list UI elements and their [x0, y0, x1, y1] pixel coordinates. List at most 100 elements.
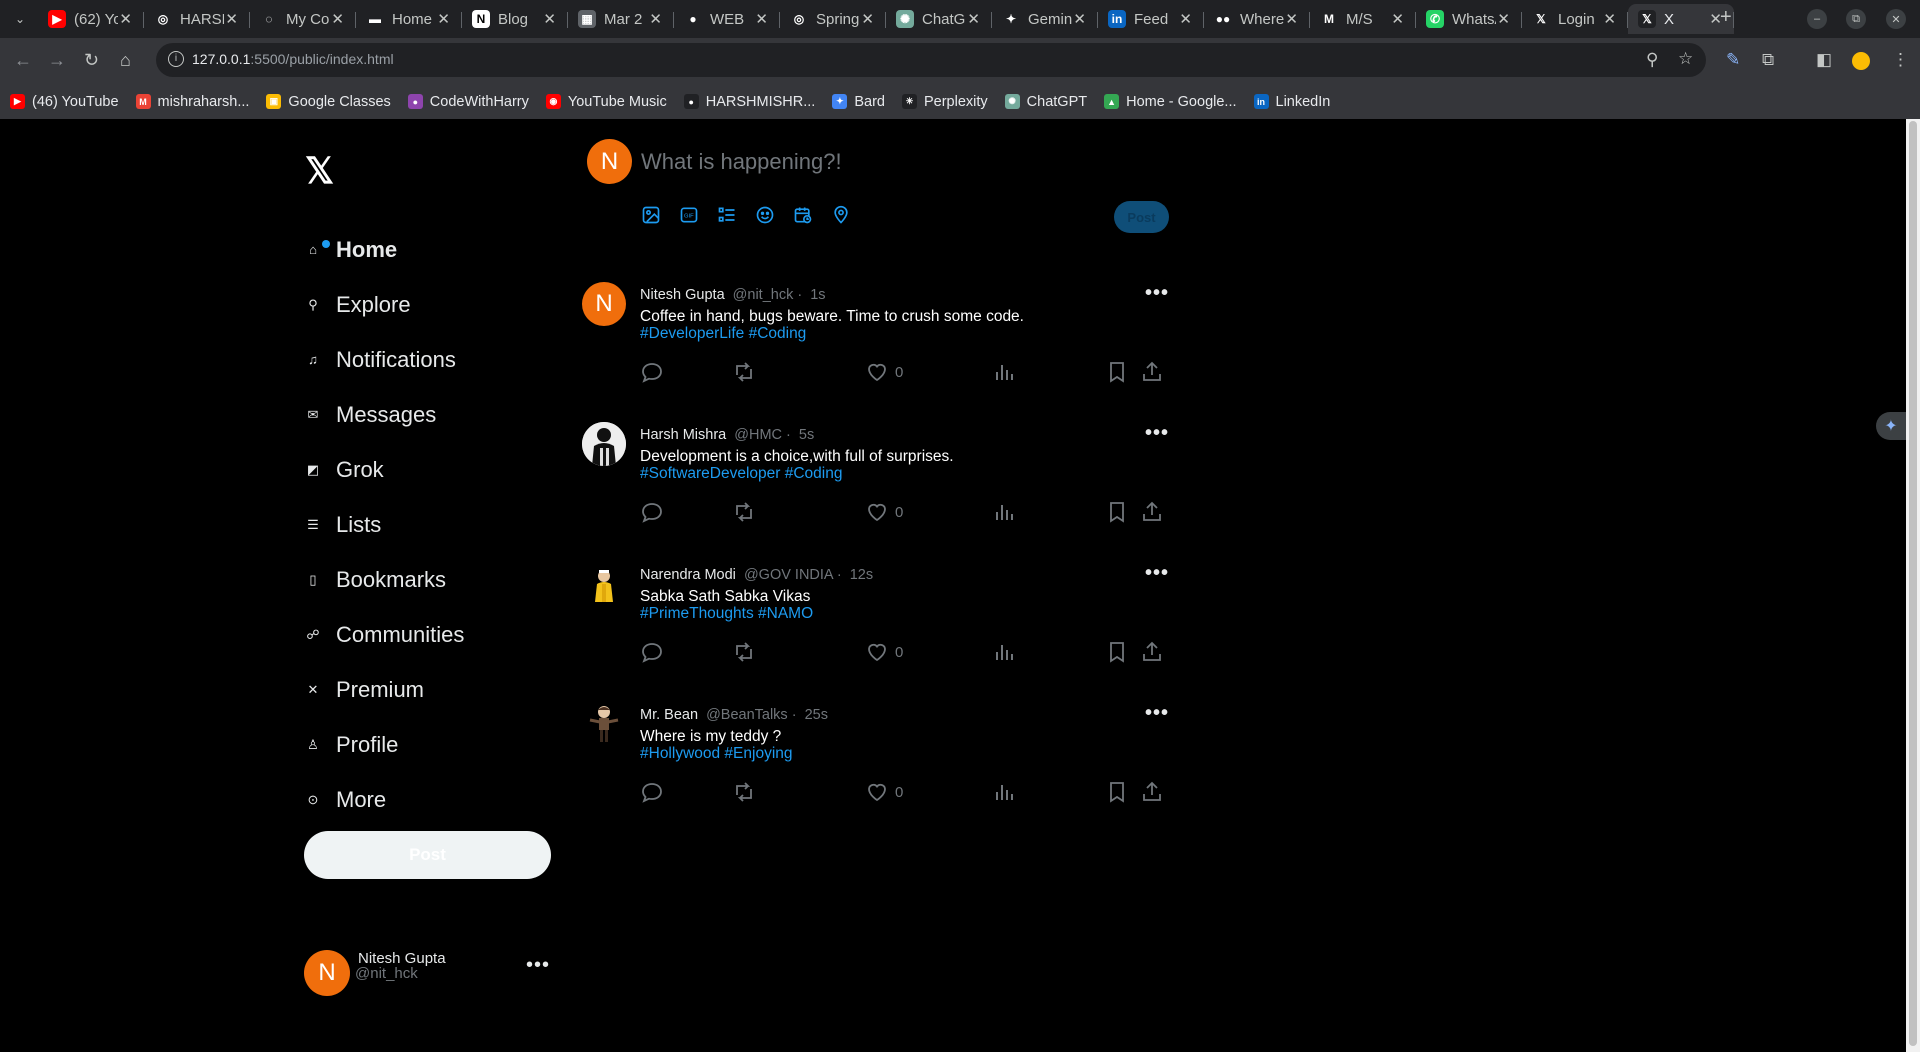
media-icon[interactable]	[641, 205, 661, 225]
extension-pen-icon[interactable]: ✎	[1726, 50, 1740, 70]
tweet-more-icon[interactable]: •••	[1145, 562, 1169, 585]
sidebar-item-profile[interactable]: ♙ Profile	[306, 717, 464, 772]
sidebar-item-messages[interactable]: ✉ Messages	[306, 387, 464, 442]
bookmark-item[interactable]: ✺ ChatGPT	[1004, 94, 1087, 110]
tweet-hashtags[interactable]: #SoftwareDeveloper #Coding	[640, 465, 842, 482]
new-tab-button[interactable]: +	[1720, 6, 1732, 29]
tweet-author-name[interactable]: Nitesh Gupta	[640, 287, 725, 303]
sidebar-item-premium[interactable]: ✕ Premium	[306, 662, 464, 717]
reply-icon[interactable]	[640, 360, 664, 384]
bookmark-item[interactable]: ● CodeWithHarry	[407, 94, 529, 110]
browser-tab[interactable]: 𝕏 X ✕	[1628, 4, 1734, 34]
browser-tab[interactable]: 𝕏 Login ✕	[1522, 4, 1628, 34]
tweet-more-icon[interactable]: •••	[1145, 422, 1169, 445]
sidebar-item-communities[interactable]: ☍ Communities	[306, 607, 464, 662]
bookmark-item[interactable]: ▣ Google Classes	[266, 94, 391, 110]
scrollbar-thumb[interactable]	[1909, 121, 1917, 1046]
back-arrow-icon[interactable]: ←	[14, 50, 32, 71]
address-bar[interactable]: i 127.0.0.1:5500/public/index.html ⚲ ☆	[156, 43, 1706, 77]
gemini-sparkle-icon[interactable]: ✦	[1876, 412, 1906, 440]
gif-icon[interactable]: GIF	[679, 205, 699, 225]
tweet-handle[interactable]: @GOV INDIA ·	[744, 567, 842, 583]
account-more-icon[interactable]: •••	[526, 954, 550, 977]
bookmark-item[interactable]: ✦ Bard	[832, 94, 885, 110]
close-tab-icon[interactable]: ✕	[861, 10, 874, 28]
tweet-more-icon[interactable]: •••	[1145, 282, 1169, 305]
like-button[interactable]: 0	[865, 360, 903, 384]
share-icon[interactable]	[1140, 780, 1164, 804]
tweet-card[interactable]: Harsh Mishra @HMC · 5s ••• Development i…	[580, 410, 1175, 550]
tweet-more-icon[interactable]: •••	[1145, 702, 1169, 725]
tweet-handle[interactable]: @BeanTalks ·	[706, 707, 796, 723]
url-text[interactable]: 127.0.0.1:5500/public/index.html	[192, 51, 394, 67]
views-icon[interactable]	[992, 640, 1016, 664]
bookmark-item[interactable]: ◉ YouTube Music	[545, 94, 667, 110]
browser-tab[interactable]: ◎ Spring ✕	[780, 4, 886, 34]
sidebar-item-bookmarks[interactable]: ▯ Bookmarks	[306, 552, 464, 607]
share-icon[interactable]	[1140, 360, 1164, 384]
retweet-icon[interactable]	[732, 640, 756, 664]
star-bookmark-icon[interactable]: ☆	[1678, 49, 1693, 69]
extensions-icon[interactable]: ⧉	[1762, 50, 1774, 70]
page-scrollbar[interactable]	[1906, 119, 1920, 1052]
tweet-handle[interactable]: @nit_hck ·	[733, 287, 803, 303]
bookmark-icon[interactable]	[1105, 500, 1129, 524]
browser-tab[interactable]: ✦ Gemini ✕	[992, 4, 1098, 34]
site-info-icon[interactable]: i	[168, 51, 184, 67]
close-tab-icon[interactable]: ✕	[1497, 10, 1510, 28]
home-browser-icon[interactable]: ⌂	[120, 50, 131, 71]
close-tab-icon[interactable]: ✕	[967, 10, 980, 28]
composer-post-button[interactable]: Post	[1114, 201, 1169, 233]
bookmark-icon[interactable]	[1105, 780, 1129, 804]
browser-tab[interactable]: ● WEB ✕	[674, 4, 780, 34]
like-button[interactable]: 0	[865, 640, 903, 664]
retweet-icon[interactable]	[732, 780, 756, 804]
bookmark-item[interactable]: ▲ Home - Google...	[1104, 94, 1237, 110]
reload-icon[interactable]: ↻	[84, 50, 99, 71]
browser-tab[interactable]: ◎ HARSH✕	[144, 4, 250, 34]
close-tab-icon[interactable]: ✕	[1391, 10, 1404, 28]
like-button[interactable]: 0	[865, 780, 903, 804]
tweet-hashtags[interactable]: #DeveloperLife #Coding	[640, 325, 806, 342]
bookmark-icon[interactable]	[1105, 360, 1129, 384]
close-tab-icon[interactable]: ✕	[1285, 10, 1298, 28]
tweet-card[interactable]: Narendra Modi @GOV INDIA · 12s ••• Sabka…	[580, 550, 1175, 690]
close-tab-icon[interactable]: ✕	[755, 10, 768, 28]
bookmark-item[interactable]: ✳ Perplexity	[901, 94, 988, 110]
views-icon[interactable]	[992, 780, 1016, 804]
x-logo-icon[interactable]: 𝕏	[305, 150, 334, 192]
profile-avatar-icon[interactable]	[1852, 52, 1870, 70]
reply-icon[interactable]	[640, 640, 664, 664]
tweet-card[interactable]: N Nitesh Gupta @nit_hck · 1s ••• Coffee …	[580, 270, 1175, 410]
browser-tab[interactable]: N Blog ✕	[462, 4, 568, 34]
reply-icon[interactable]	[640, 500, 664, 524]
views-icon[interactable]	[992, 500, 1016, 524]
emoji-icon[interactable]	[755, 205, 775, 225]
views-icon[interactable]	[992, 360, 1016, 384]
browser-tab[interactable]: in Feed ✕	[1098, 4, 1204, 34]
browser-tab[interactable]: ◌ My Copilot✕	[250, 4, 356, 34]
retweet-icon[interactable]	[732, 360, 756, 384]
forward-arrow-icon[interactable]: →	[48, 50, 66, 71]
close-tab-icon[interactable]: ✕	[331, 10, 344, 28]
sidebar-item-explore[interactable]: ⚲ Explore	[306, 277, 464, 332]
tweet-card[interactable]: Mr. Bean @BeanTalks · 25s ••• Where is m…	[580, 690, 1175, 830]
browser-tab[interactable]: ▶ (62) YouTube✕	[38, 4, 144, 34]
retweet-icon[interactable]	[732, 500, 756, 524]
browser-tab[interactable]: ✆ WhatsApp✕	[1416, 4, 1522, 34]
browser-tab[interactable]: ●● Where ✕	[1204, 4, 1310, 34]
schedule-icon[interactable]	[793, 205, 813, 225]
tweet-author-name[interactable]: Mr. Bean	[640, 707, 698, 723]
close-tab-icon[interactable]: ✕	[225, 10, 238, 28]
tweet-avatar[interactable]	[582, 702, 626, 746]
like-button[interactable]: 0	[865, 500, 903, 524]
location-icon[interactable]	[831, 205, 851, 225]
bookmark-item[interactable]: ● HARSHMISHR...	[683, 94, 815, 110]
browser-tab[interactable]: ▦ Mar 2 ✕	[568, 4, 674, 34]
reply-icon[interactable]	[640, 780, 664, 804]
bookmark-item[interactable]: ▶ (46) YouTube	[10, 94, 119, 110]
tweet-handle[interactable]: @HMC ·	[734, 427, 791, 443]
sidebar-item-more[interactable]: ⊙ More	[306, 772, 464, 827]
tweet-author-name[interactable]: Harsh Mishra	[640, 427, 726, 443]
tab-search-dropdown-icon[interactable]: ⌄	[8, 8, 32, 30]
